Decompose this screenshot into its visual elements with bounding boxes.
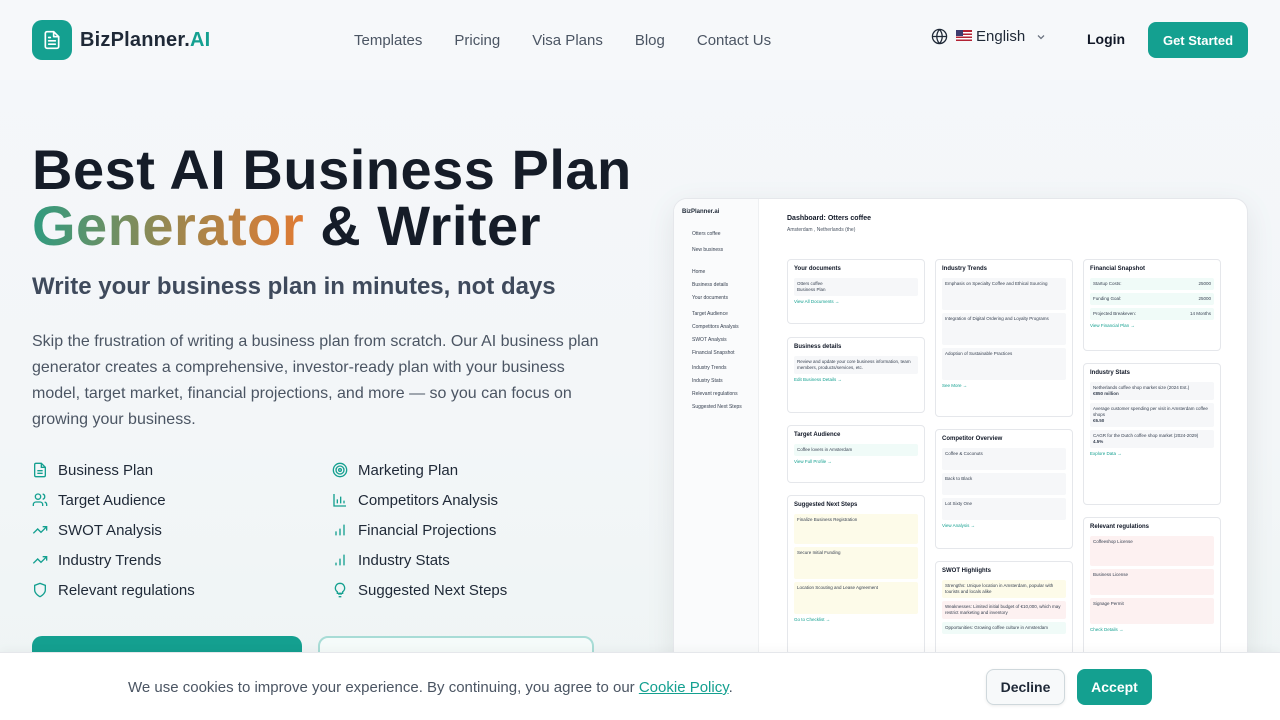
preview-brand: BizPlanner.ai	[682, 209, 720, 215]
preview-main: Dashboard: Otters coffee Amsterdam , Net…	[759, 199, 1247, 667]
cookie-message: We use cookies to improve your experienc…	[128, 679, 733, 696]
preview-card-audience: Target Audience Coffee lovers in Amsterd…	[787, 425, 925, 483]
preview-card-documents: Your documents Otters coffee Business Pla…	[787, 259, 925, 324]
cookie-banner: We use cookies to improve your experienc…	[0, 652, 1280, 720]
preview-card-competitors: Competitor Overview Coffee & Coconuts Ba…	[935, 429, 1073, 549]
login-link[interactable]: Login	[1087, 31, 1125, 47]
nav-link-blog[interactable]: Blog	[635, 32, 665, 49]
feature-item: Financial Projections	[332, 520, 612, 540]
preview-side-item: SWOT Analysis	[692, 337, 727, 343]
bar-chart-icon	[333, 494, 346, 507]
feature-item: Relevant regulations	[32, 580, 332, 600]
preview-location: Amsterdam , Netherlands (the)	[787, 227, 856, 233]
nav-links: Templates Pricing Visa Plans Blog Contac…	[354, 0, 803, 80]
cookie-policy-link[interactable]: Cookie Policy	[639, 679, 729, 696]
hero-title: Best AI Business Plan Generator & Writer	[32, 138, 632, 257]
feature-item: Marketing Plan	[332, 460, 612, 480]
nav-link-templates[interactable]: Templates	[354, 32, 422, 49]
preview-side-item: Competitors Analysis	[692, 324, 739, 330]
feature-item: Industry Stats	[332, 550, 612, 570]
globe-icon	[931, 28, 948, 45]
feature-item: Industry Trends	[32, 550, 332, 570]
lightbulb-icon	[334, 582, 346, 598]
target-icon	[332, 462, 348, 478]
hero-subtitle: Write your business plan in minutes, not…	[32, 273, 556, 300]
preview-title: Dashboard: Otters coffee	[787, 215, 872, 222]
preview-side-item: Target Audience	[692, 311, 728, 317]
feature-list: Business Plan Marketing Plan Target Audi…	[32, 460, 612, 600]
preview-side-item: Business details	[692, 282, 729, 288]
decline-button[interactable]: Decline	[986, 669, 1065, 705]
preview-sidebar: BizPlanner.ai Otters coffee New business…	[674, 199, 759, 667]
preview-side-item: Industry Trends	[692, 365, 727, 371]
feature-item: Business Plan	[32, 460, 332, 480]
preview-side-item: Your documents	[692, 295, 728, 301]
preview-side-item: Suggested Next Steps	[692, 404, 742, 410]
accept-button[interactable]: Accept	[1077, 669, 1152, 705]
preview-card-trends: Industry Trends Emphasis on Specialty Co…	[935, 259, 1073, 417]
preview-card-next-steps: Suggested Next Steps Finalize Business R…	[787, 495, 925, 655]
hero-description: Skip the frustration of writing a busine…	[32, 333, 599, 428]
preview-card-details: Business details Review and update your …	[787, 337, 925, 413]
preview-side-item: Industry Stats	[692, 378, 723, 384]
feature-item: Suggested Next Steps	[332, 580, 612, 600]
feature-item: SWOT Analysis	[32, 520, 332, 540]
brand-name: BizPlanner.AI	[80, 28, 211, 51]
preview-card-finance: Financial Snapshot Startup Costs: 25000 F…	[1083, 259, 1221, 351]
preview-new-business: New business	[692, 247, 724, 253]
document-icon	[34, 462, 46, 478]
feature-item: Competitors Analysis	[332, 490, 612, 510]
users-icon	[32, 493, 48, 506]
chevron-down-icon	[1037, 34, 1045, 39]
top-nav: BizPlanner.AI Templates Pricing Visa Pla…	[0, 0, 1280, 80]
language-selector[interactable]: English	[931, 28, 1047, 45]
preview-card-regulations: Relevant regulations Coffeeshop License …	[1083, 517, 1221, 657]
shield-icon	[34, 582, 46, 598]
hero-title-gradient: Generator	[32, 194, 305, 257]
trend-icon	[32, 556, 48, 564]
preview-project: Otters coffee	[692, 231, 721, 237]
preview-side-item: Home	[692, 269, 706, 275]
feature-item: Target Audience	[32, 490, 332, 510]
bar-chart-icon	[335, 554, 345, 566]
trend-icon	[32, 526, 48, 534]
us-flag-icon	[956, 29, 972, 44]
brand-logo[interactable]: BizPlanner.AI	[32, 20, 210, 60]
nav-link-contact[interactable]: Contact Us	[697, 32, 771, 49]
document-icon	[32, 20, 72, 60]
dashboard-preview: BizPlanner.ai Otters coffee New business…	[673, 198, 1248, 668]
get-started-button[interactable]: Get Started	[1148, 22, 1248, 58]
preview-card-stats: Industry Stats Netherlands coffee shop m…	[1083, 363, 1221, 505]
nav-link-visa-plans[interactable]: Visa Plans	[532, 32, 603, 49]
nav-link-pricing[interactable]: Pricing	[454, 32, 500, 49]
bar-chart-icon	[335, 524, 345, 536]
language-label: English	[976, 28, 1026, 45]
preview-side-item: Financial Snapshot	[692, 350, 735, 356]
preview-side-item: Relevant regulations	[692, 391, 738, 397]
